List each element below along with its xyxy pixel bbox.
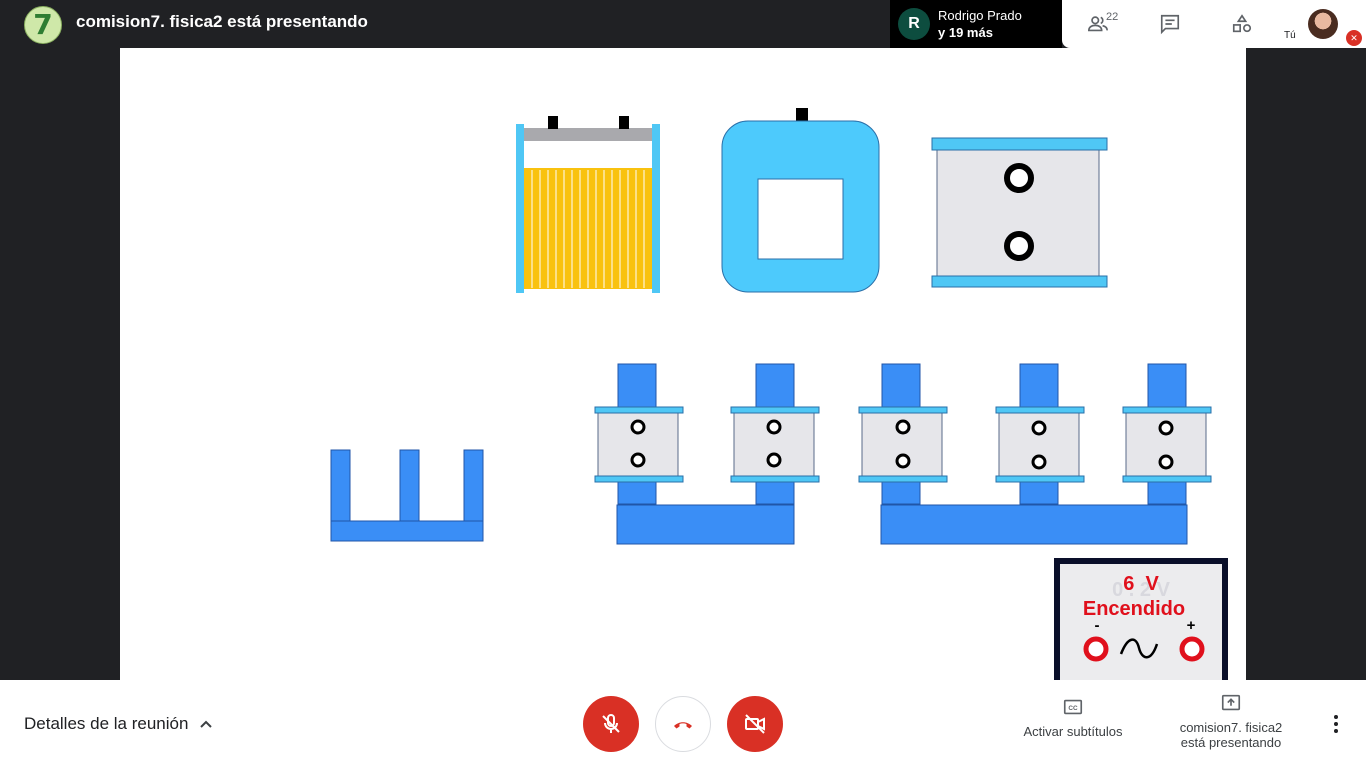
bottom-bar: Detalles de la reunión CC Activar subtít…: [0, 680, 1366, 768]
self-tile[interactable]: Tú ✕: [1278, 0, 1366, 48]
u-core-assembly: [594, 363, 820, 545]
small-coil: [730, 406, 820, 483]
present-screen-icon: [1221, 694, 1241, 711]
presenter-avatar-text: 7: [33, 8, 53, 41]
top-icon-panel: 22: [1062, 0, 1278, 48]
slide-drawing: 0 . 2 V 6 V Encendido - +: [330, 108, 1228, 680]
self-label: Tú: [1284, 30, 1296, 41]
mic-off-icon: [602, 714, 620, 733]
hang-up-icon: [674, 722, 692, 729]
svg-text:CC: CC: [1068, 705, 1078, 712]
chevron-up-icon: [200, 720, 213, 728]
small-coil: [995, 406, 1085, 483]
presentation-title: comision7. fisica2 está presentando: [76, 12, 368, 31]
activities-button[interactable]: [1206, 0, 1278, 48]
chat-button[interactable]: [1134, 0, 1206, 48]
more-vert-icon: [1334, 715, 1338, 733]
captions-label: Activar subtítulos: [1023, 724, 1123, 739]
plus-label: +: [1187, 617, 1196, 634]
minus-label: -: [1095, 617, 1100, 634]
mic-toggle-button[interactable]: [583, 696, 639, 752]
participant-name: Rodrigo Prado: [938, 8, 1022, 23]
captions-button[interactable]: CC Activar subtítulos: [1012, 696, 1134, 739]
terminal-block: [931, 137, 1108, 288]
minus-terminal: [1083, 636, 1109, 662]
activities-icon: [1232, 14, 1252, 33]
presenting-button[interactable]: comision7. fisica2 está presentando: [1166, 692, 1296, 750]
presentation-slide: 0 . 2 V 6 V Encendido - +: [120, 48, 1246, 680]
e-core-assembly: [858, 363, 1212, 545]
self-avatar: [1308, 9, 1338, 39]
power-supply: 0 . 2 V 6 V Encendido - +: [1054, 558, 1228, 680]
e-core: [330, 449, 484, 542]
captions-icon: CC: [1063, 699, 1083, 715]
people-button[interactable]: 22: [1062, 0, 1134, 48]
ring-core: [721, 108, 880, 293]
small-coil: [858, 406, 948, 483]
top-bar: 7 comision7. fisica2 está presentando R …: [0, 0, 1366, 48]
voltage-label: 6 V: [1123, 573, 1159, 595]
plus-terminal: [1179, 636, 1205, 662]
meeting-details-button[interactable]: Detalles de la reunión: [24, 714, 214, 734]
small-coil: [1122, 406, 1212, 483]
participant-preview[interactable]: R Rodrigo Prado y 19 más: [890, 0, 1062, 48]
participant-summary: Rodrigo Prado y 19 más: [938, 7, 1022, 41]
participant-avatar: R: [898, 8, 930, 40]
leave-call-button[interactable]: [655, 696, 711, 752]
presenting-label-line2: está presentando: [1180, 735, 1282, 750]
camera-off-icon: [745, 714, 765, 734]
presenting-label-line1: comision7. fisica2: [1179, 720, 1283, 735]
meeting-details-label: Detalles de la reunión: [24, 714, 189, 733]
chat-icon: [1160, 14, 1180, 35]
presenter-avatar: 7: [24, 6, 62, 44]
people-count: 22: [1106, 11, 1119, 23]
camera-toggle-button[interactable]: [727, 696, 783, 752]
participant-more: y 19 más: [938, 25, 993, 40]
mic-off-icon: ✕: [1346, 30, 1362, 46]
coil-bobbin: [516, 116, 660, 293]
small-coil: [594, 406, 684, 483]
more-options-button[interactable]: [1322, 710, 1350, 738]
